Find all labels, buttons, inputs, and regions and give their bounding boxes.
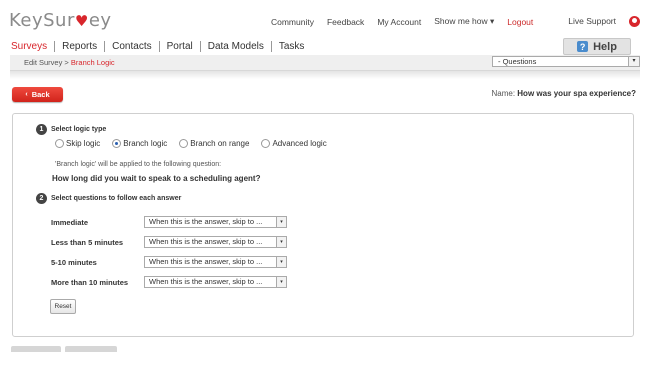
step-1-icon: 1 — [36, 124, 47, 135]
nav-surveys[interactable]: Surveys — [0, 41, 54, 52]
support-icon — [629, 16, 640, 28]
logo[interactable]: KeySur♥ey — [9, 10, 112, 31]
skip-to-select-value: When this is the answer, skip to ... — [149, 277, 263, 286]
radio-selected-icon — [112, 139, 122, 148]
skip-to-select[interactable]: When this is the answer, skip to ... ▾ — [144, 276, 287, 288]
divider — [10, 71, 640, 79]
back-button[interactable]: ‹ Back — [12, 87, 63, 102]
help-button[interactable]: ? Help — [563, 38, 631, 55]
skip-to-select[interactable]: When this is the answer, skip to ... ▾ — [144, 216, 287, 228]
breadcrumb-prefix[interactable]: Edit Survey > — [24, 58, 71, 67]
skip-to-select-value: When this is the answer, skip to ... — [149, 257, 263, 266]
answer-label: 5-10 minutes — [51, 258, 97, 267]
radio-advanced-logic[interactable]: Advanced logic — [261, 139, 327, 148]
community-link[interactable]: Community — [271, 17, 314, 27]
radio-label: Branch on range — [190, 139, 250, 148]
chevron-down-icon: ▾ — [276, 277, 286, 287]
reset-button[interactable]: Reset — [50, 299, 76, 314]
top-bar: KeySur♥ey Community Feedback My Account … — [0, 0, 650, 38]
nav-contacts[interactable]: Contacts — [104, 40, 158, 52]
step-2-icon: 2 — [36, 193, 47, 204]
branch-note: 'Branch logic' will be applied to the fo… — [55, 161, 222, 168]
breadcrumb-current: Branch Logic — [70, 58, 115, 67]
nav-tasks[interactable]: Tasks — [270, 40, 312, 52]
radio-icon — [261, 139, 271, 148]
radio-skip-logic[interactable]: Skip logic — [55, 139, 100, 148]
chevron-left-icon: ‹ — [25, 91, 28, 98]
skip-to-select[interactable]: When this is the answer, skip to ... ▾ — [144, 256, 287, 268]
logic-type-radio-group: Skip logic Branch logic Branch on range … — [55, 139, 339, 148]
main-nav: Surveys Reports Contacts Portal Data Mod… — [0, 38, 650, 54]
footer-tab[interactable] — [11, 346, 61, 352]
show-me-how-menu[interactable]: Show me how ▾ — [434, 16, 494, 27]
survey-name-label: Name: — [491, 89, 518, 98]
chevron-down-icon: ▾ — [276, 217, 286, 227]
question-select-value: - Questions — [498, 57, 537, 66]
help-icon: ? — [577, 41, 589, 52]
skip-to-select-value: When this is the answer, skip to ... — [149, 217, 263, 226]
live-support-link[interactable]: Live Support — [555, 16, 640, 28]
footer-tab[interactable] — [65, 346, 117, 352]
logo-text-b: ey — [88, 10, 112, 31]
radio-icon — [179, 139, 189, 148]
logout-link[interactable]: Logout — [507, 17, 533, 27]
question-text: How long did you wait to speak to a sche… — [52, 174, 261, 183]
radio-label: Branch logic — [123, 139, 168, 148]
back-label: Back — [31, 90, 50, 99]
answer-label: More than 10 minutes — [51, 278, 129, 287]
live-support-label: Live Support — [568, 16, 616, 26]
top-links: Community Feedback My Account Show me ho… — [258, 16, 640, 28]
radio-branch-on-range[interactable]: Branch on range — [179, 139, 249, 148]
help-label: Help — [593, 40, 617, 53]
radio-label: Advanced logic — [272, 139, 327, 148]
my-account-link[interactable]: My Account — [377, 17, 421, 27]
skip-to-select[interactable]: When this is the answer, skip to ... ▾ — [144, 236, 287, 248]
radio-branch-logic[interactable]: Branch logic — [112, 139, 167, 148]
nav-data-models[interactable]: Data Models — [199, 40, 271, 52]
answer-label: Less than 5 minutes — [51, 238, 124, 247]
step-2-title: Select questions to follow each answer — [51, 195, 182, 202]
radio-icon — [55, 139, 64, 148]
survey-name: Name: How was your spa experience? — [491, 89, 636, 98]
question-select[interactable]: - Questions ▾ — [492, 56, 640, 67]
feedback-link[interactable]: Feedback — [327, 17, 364, 27]
survey-name-value: How was your spa experience? — [517, 89, 636, 98]
skip-to-select-value: When this is the answer, skip to ... — [149, 237, 263, 246]
step-1-title: Select logic type — [51, 126, 107, 133]
chevron-down-icon: ▾ — [276, 237, 286, 247]
chevron-down-icon: ▾ — [628, 57, 639, 66]
radio-label: Skip logic — [66, 139, 101, 148]
nav-portal[interactable]: Portal — [158, 40, 200, 52]
answer-label: Immediate — [51, 218, 89, 227]
nav-reports[interactable]: Reports — [54, 40, 104, 52]
chevron-down-icon: ▾ — [276, 257, 286, 267]
logo-heart-icon: ♥ — [74, 12, 89, 30]
breadcrumb: Edit Survey > Branch Logic — [24, 58, 115, 67]
logo-text-a: KeySur — [9, 10, 75, 31]
